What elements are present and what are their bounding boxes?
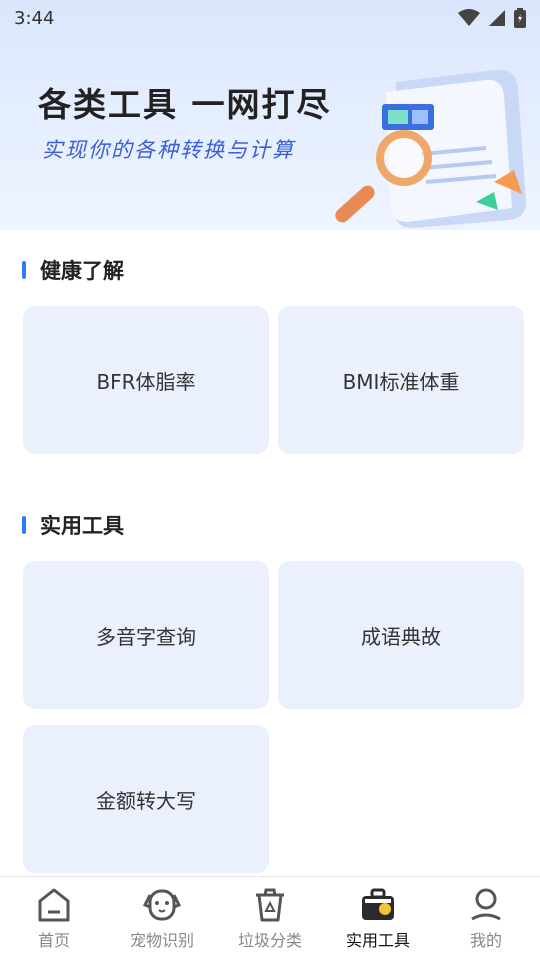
tab-pet-recognition[interactable]: 宠物识别: [108, 877, 216, 961]
pet-icon: [142, 889, 182, 921]
tool-card-polyphone[interactable]: 多音字查询: [23, 561, 269, 709]
signal-icon: [489, 10, 505, 26]
tab-label: 我的: [469, 931, 502, 950]
profile-icon: [471, 888, 501, 921]
section-title-health: 健康了解: [22, 255, 124, 285]
tab-label: 宠物识别: [129, 931, 194, 950]
wifi-icon: [458, 9, 480, 26]
status-bar: 3:44: [0, 0, 540, 36]
section-label: 健康了解: [40, 259, 124, 283]
bottom-tab-bar: 首页 宠物识别 垃圾分类 实用工具 我的: [0, 876, 540, 961]
tab-garbage-sorting[interactable]: 垃圾分类: [216, 877, 324, 961]
tab-home[interactable]: 首页: [0, 877, 108, 961]
home-icon: [38, 888, 70, 922]
toolbox-icon: [362, 888, 394, 920]
tool-card-amount-uppercase[interactable]: 金额转大写: [23, 725, 269, 873]
tool-card-bfr[interactable]: BFR体脂率: [23, 306, 269, 454]
banner-subtitle: 实现你的各种转换与计算: [42, 138, 295, 162]
tool-card-idiom[interactable]: 成语典故: [278, 561, 524, 709]
tool-card-bmi[interactable]: BMI标准体重: [278, 306, 524, 454]
trash-icon: [256, 888, 284, 922]
banner-title: 各类工具 一网打尽: [38, 85, 332, 124]
magnifier-document-illustration: [335, 69, 526, 229]
battery-icon: [514, 8, 526, 28]
section-title-utilities: 实用工具: [22, 510, 124, 540]
tab-profile[interactable]: 我的: [432, 877, 540, 961]
section-accent-bar: [22, 261, 26, 279]
tab-utility-tools[interactable]: 实用工具: [324, 877, 432, 961]
status-time: 3:44: [14, 7, 55, 29]
section-accent-bar: [22, 516, 26, 534]
tab-label: 实用工具: [345, 931, 410, 950]
tab-label: 垃圾分类: [237, 931, 302, 950]
tab-label: 首页: [37, 931, 70, 950]
section-label: 实用工具: [40, 514, 124, 538]
